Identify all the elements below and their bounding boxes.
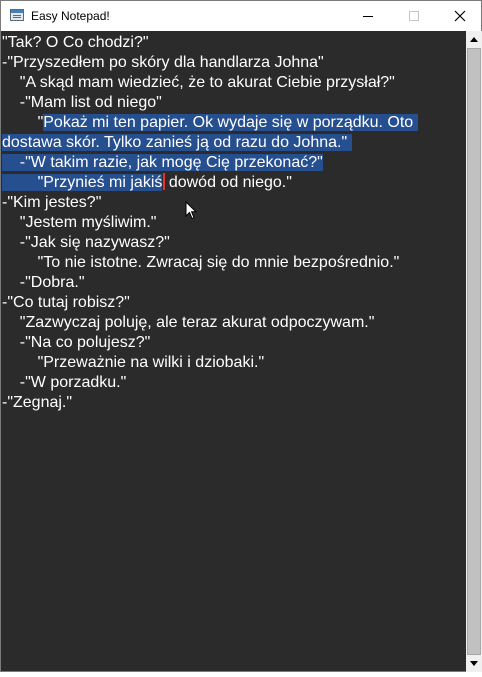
window-title: Easy Notepad! [31,9,110,23]
selected-text: "Przynieś mi jakiś [2,174,163,191]
text-line: "Tak? O Co chodzi?" [2,34,149,51]
text-line: "Jestem myśliwim." [2,214,157,231]
notepad-window: Easy Notepad! "Tak? O Co chodzi?" -"Przy… [0,0,482,672]
text-segment: " [2,114,44,131]
notepad-icon [10,9,24,21]
text-line: -"Mam list od niego" [2,94,162,111]
text-line: -"Jak się nazywasz?" [2,234,170,251]
mouse-pointer-icon [185,201,197,220]
selected-text: Pokaż mi ten papier. Ok wydaje się w por… [43,114,418,131]
text-editor[interactable]: "Tak? O Co chodzi?" -"Przyszedłem po skó… [1,31,466,671]
scroll-thumb[interactable] [467,48,481,655]
text-line: -"Dobra." [2,274,85,291]
close-button[interactable] [437,1,482,31]
text-line: -"W porzadku." [2,374,127,391]
text-line: -"Zegnaj." [2,394,73,411]
scroll-up-button[interactable] [466,31,482,48]
text-line: -"Na co polujesz?" [2,334,151,351]
minimize-icon [363,16,373,17]
text-line: "Przeważnie na wilki i dziobaki." [2,354,265,371]
selected-text: -"W takim razie, jak mogę Cię przekonać?… [2,154,323,171]
text-line: "Zazwyczaj poluję, ale teraz akurat odpo… [2,314,375,331]
text-line: -"Przyszedłem po skóry dla handlarza Joh… [2,54,324,71]
maximize-icon [409,11,419,21]
text-line: dostawa skór. Tylko zanieś ją od razu do… [2,133,352,153]
text-line: -"W takim razie, jak mogę Cię przekonać?… [2,153,323,173]
minimize-button[interactable] [345,1,391,31]
scroll-up-arrow-icon [470,37,478,42]
scroll-down-button[interactable] [466,655,482,672]
selected-text: dostawa skór. Tylko zanieś ją od razu do… [2,134,352,151]
text-line: "Pokaż mi ten papier. Ok wydaje się w po… [2,113,418,133]
title-bar[interactable]: Easy Notepad! [1,1,481,31]
text-segment: dowód od niego." [164,174,292,191]
text-line: "To nie istotne. Zwracaj się do mnie bez… [2,254,400,271]
vertical-scrollbar[interactable] [466,31,482,672]
text-line: "Przynieś mi jakiś dowód od niego." [2,173,292,193]
text-line: "A skąd mam wiedzieć, że to akurat Ciebi… [2,74,395,91]
scroll-down-arrow-icon [470,661,478,666]
text-line: -"Co tutaj robisz?" [2,294,130,311]
close-icon [454,10,466,22]
maximize-button[interactable] [391,1,437,31]
text-line: -"Kim jestes?" [2,194,102,211]
